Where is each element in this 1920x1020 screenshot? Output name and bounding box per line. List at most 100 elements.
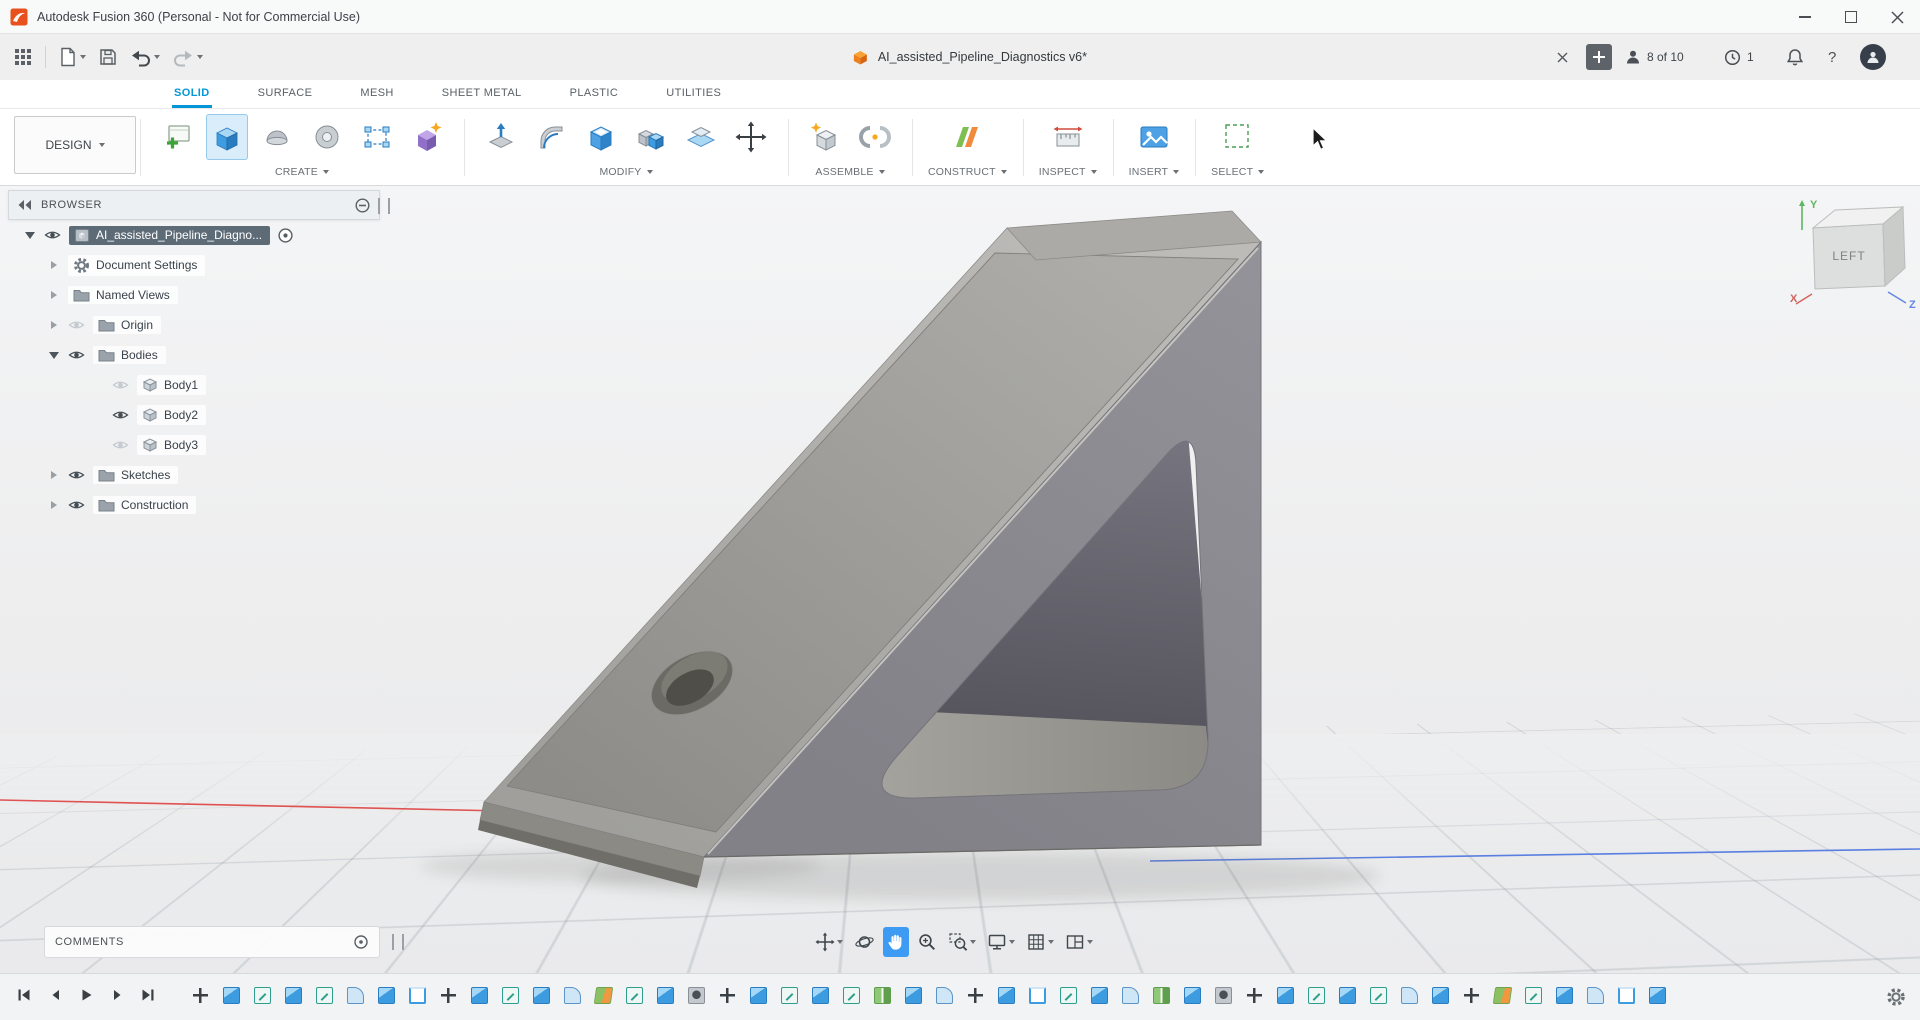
- timeline-feature[interactable]: [1401, 987, 1418, 1004]
- go-to-start-button[interactable]: [12, 983, 36, 1007]
- expander-icon[interactable]: [44, 352, 64, 359]
- zoom-window-button[interactable]: [945, 927, 979, 957]
- press-pull-tool[interactable]: [480, 114, 522, 160]
- timeline-feature[interactable]: [1060, 987, 1077, 1004]
- timeline-feature[interactable]: [1184, 987, 1201, 1004]
- expander-icon[interactable]: [44, 261, 64, 269]
- ribbon-tab[interactable]: SURFACE: [256, 80, 315, 108]
- document-tab[interactable]: AI_assisted_Pipeline_Diagnostics v6*: [852, 34, 1087, 80]
- tree-row[interactable]: AI_assisted_Pipeline_Diagno...: [8, 220, 380, 250]
- timeline-feature[interactable]: [812, 987, 829, 1004]
- visibility-eye-icon[interactable]: [64, 499, 89, 511]
- timeline-settings-button[interactable]: [1886, 987, 1906, 1007]
- timeline-feature[interactable]: [1618, 987, 1635, 1004]
- tree-row[interactable]: Construction: [8, 490, 380, 520]
- tree-row[interactable]: Body3: [8, 430, 380, 460]
- timeline-feature[interactable]: [471, 987, 488, 1004]
- timeline-feature[interactable]: [1649, 987, 1666, 1004]
- comments-target-icon[interactable]: [353, 934, 369, 950]
- joint-tool[interactable]: [854, 114, 896, 160]
- timeline-feature[interactable]: [192, 987, 209, 1004]
- rectangular-pattern-tool[interactable]: [356, 114, 398, 160]
- timeline-feature[interactable]: [1463, 987, 1480, 1004]
- zoom-button[interactable]: [914, 927, 940, 957]
- select-group-menu[interactable]: SELECT: [1211, 166, 1265, 178]
- tree-row[interactable]: Body1: [8, 370, 380, 400]
- job-status-button[interactable]: 8 of 10: [1625, 34, 1684, 80]
- alerts-button[interactable]: [1786, 34, 1804, 80]
- undo-button[interactable]: [130, 48, 160, 67]
- ribbon-tab[interactable]: SHEET METAL: [440, 80, 524, 108]
- new-component-tool[interactable]: [804, 114, 846, 160]
- step-back-button[interactable]: [43, 983, 67, 1007]
- select-tool[interactable]: [1217, 114, 1259, 160]
- go-to-end-button[interactable]: [136, 983, 160, 1007]
- offset-face-tool[interactable]: [680, 114, 722, 160]
- timeline-feature[interactable]: [905, 987, 922, 1004]
- file-menu-button[interactable]: [59, 47, 86, 67]
- document-close-button[interactable]: [1548, 43, 1576, 71]
- measure-tool[interactable]: [1047, 114, 1089, 160]
- timeline-feature[interactable]: [1215, 987, 1232, 1004]
- create-sketch-tool[interactable]: [156, 114, 198, 160]
- timeline-feature[interactable]: [1492, 987, 1513, 1004]
- timeline-feature[interactable]: [347, 987, 364, 1004]
- timeline-feature[interactable]: [593, 987, 614, 1004]
- account-avatar[interactable]: [1860, 34, 1886, 80]
- tree-row[interactable]: Document Settings: [8, 250, 380, 280]
- timeline-feature[interactable]: [1370, 987, 1387, 1004]
- construct-group-menu[interactable]: CONSTRUCT: [928, 166, 1007, 178]
- ribbon-tab[interactable]: UTILITIES: [664, 80, 723, 108]
- grid-snap-button[interactable]: [1023, 927, 1057, 957]
- timeline-feature[interactable]: [378, 987, 395, 1004]
- redo-button[interactable]: [173, 48, 203, 67]
- save-button[interactable]: [99, 48, 117, 66]
- timeline-feature[interactable]: [285, 987, 302, 1004]
- timeline-feature[interactable]: [533, 987, 550, 1004]
- timeline-feature[interactable]: [1556, 987, 1573, 1004]
- construction-plane-tool[interactable]: [946, 114, 988, 160]
- timeline-feature[interactable]: [1153, 987, 1170, 1004]
- timeline-feature[interactable]: [316, 987, 333, 1004]
- expander-icon[interactable]: [44, 321, 64, 329]
- move-copy-tool[interactable]: [730, 114, 772, 160]
- step-forward-button[interactable]: [105, 983, 129, 1007]
- timeline-feature[interactable]: [657, 987, 674, 1004]
- modify-group-menu[interactable]: MODIFY: [599, 166, 653, 178]
- visibility-eye-icon[interactable]: [64, 349, 89, 361]
- close-button[interactable]: [1874, 0, 1920, 34]
- collapse-panel-icon[interactable]: [18, 200, 32, 210]
- timeline-feature[interactable]: [1308, 987, 1325, 1004]
- tree-row[interactable]: Named Views: [8, 280, 380, 310]
- insert-canvas-tool[interactable]: [1133, 114, 1175, 160]
- tree-row[interactable]: Bodies: [8, 340, 380, 370]
- browser-resize-grip[interactable]: [378, 198, 390, 214]
- timeline-feature[interactable]: [1122, 987, 1139, 1004]
- timeline-feature[interactable]: [1525, 987, 1542, 1004]
- comments-bar[interactable]: COMMENTS: [44, 926, 380, 958]
- visibility-eye-icon[interactable]: [108, 439, 133, 451]
- timeline-feature[interactable]: [967, 987, 984, 1004]
- timeline-feature[interactable]: [1339, 987, 1356, 1004]
- viewports-button[interactable]: [1062, 927, 1096, 957]
- timeline-feature[interactable]: [440, 987, 457, 1004]
- orbit-button[interactable]: [851, 927, 878, 957]
- timeline-feature[interactable]: [1432, 987, 1449, 1004]
- timeline-feature[interactable]: [502, 987, 519, 1004]
- visibility-eye-icon[interactable]: [108, 409, 133, 421]
- timeline-feature[interactable]: [1587, 987, 1604, 1004]
- timeline-feature[interactable]: [626, 987, 643, 1004]
- tree-row[interactable]: Body2: [8, 400, 380, 430]
- revolve-tool[interactable]: [256, 114, 298, 160]
- comments-resize-grip[interactable]: [392, 934, 404, 950]
- expander-icon[interactable]: [44, 471, 64, 479]
- expander-icon[interactable]: [20, 232, 40, 239]
- create-form-tool[interactable]: [406, 114, 448, 160]
- timeline-feature[interactable]: [1091, 987, 1108, 1004]
- timeline-feature[interactable]: [1246, 987, 1263, 1004]
- timeline-feature[interactable]: [1277, 987, 1294, 1004]
- design-workspace-menu[interactable]: DESIGN: [14, 116, 136, 174]
- help-button[interactable]: ?: [1828, 34, 1836, 80]
- visibility-eye-icon[interactable]: [64, 319, 89, 331]
- ribbon-tab[interactable]: SOLID: [172, 80, 212, 108]
